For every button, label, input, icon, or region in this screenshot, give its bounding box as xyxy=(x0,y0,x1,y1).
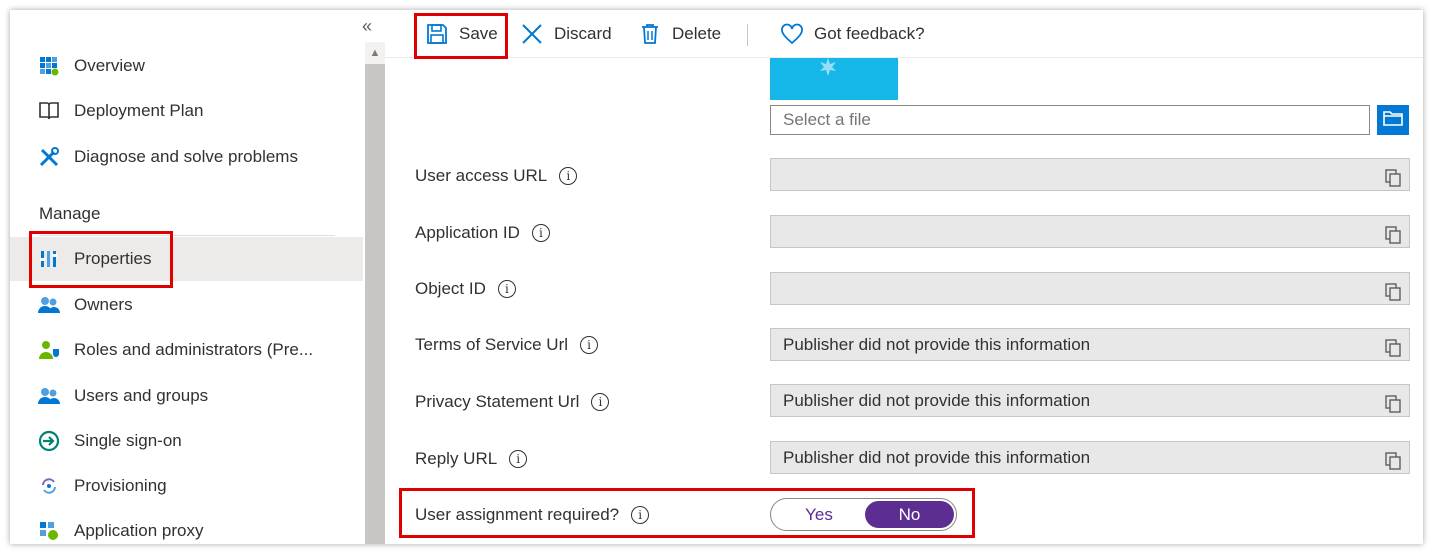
object-id-field[interactable] xyxy=(770,272,1410,305)
info-icon[interactable]: i xyxy=(509,450,528,468)
info-icon[interactable]: i xyxy=(531,224,550,242)
copy-icon[interactable] xyxy=(1385,280,1401,301)
discard-label: Discard xyxy=(554,24,612,43)
feedback-button[interactable]: Got feedback? xyxy=(780,20,925,48)
field-value: Publisher did not provide this informati… xyxy=(783,391,1091,410)
sync-icon xyxy=(38,475,60,497)
info-icon[interactable]: i xyxy=(631,506,650,524)
field-value: Publisher did not provide this informati… xyxy=(783,335,1091,354)
copy-icon[interactable] xyxy=(1385,449,1401,470)
heart-icon xyxy=(780,22,804,46)
info-icon[interactable]: i xyxy=(580,336,599,354)
sidebar-item-application-proxy[interactable]: Application proxy xyxy=(10,509,363,544)
properties-bars-icon xyxy=(38,248,60,270)
field-label-user-access-url: User access URL i xyxy=(415,166,578,186)
close-icon xyxy=(520,22,544,46)
save-label: Save xyxy=(459,24,498,43)
section-label-manage: Manage xyxy=(39,204,101,223)
info-icon[interactable]: i xyxy=(559,167,578,185)
sidebar-item-overview[interactable]: Overview xyxy=(10,44,363,88)
copy-icon[interactable] xyxy=(1385,166,1401,187)
reply-url-field[interactable]: Publisher did not provide this informati… xyxy=(770,441,1410,474)
sidebar-item-label: Owners xyxy=(74,295,133,314)
sidebar-item-owners[interactable]: Owners xyxy=(10,283,363,327)
wrench-cross-icon xyxy=(38,146,60,168)
field-label-text: Application ID xyxy=(415,223,520,242)
logo-file-input[interactable] xyxy=(770,105,1370,135)
user-access-url-field[interactable] xyxy=(770,158,1410,191)
privacy-statement-field[interactable]: Publisher did not provide this informati… xyxy=(770,384,1410,417)
field-label-user-assignment: User assignment required? i xyxy=(415,505,650,525)
section-divider xyxy=(39,235,335,236)
proxy-icon xyxy=(38,520,60,542)
field-label-application-id: Application ID i xyxy=(415,223,550,243)
field-label-text: Privacy Statement Url xyxy=(415,392,580,411)
people-icon xyxy=(38,385,60,407)
delete-label: Delete xyxy=(672,24,722,43)
field-value: Publisher did not provide this informati… xyxy=(783,448,1091,467)
sidebar-item-single-sign-on[interactable]: Single sign-on xyxy=(10,419,363,463)
info-icon[interactable]: i xyxy=(497,280,516,298)
field-label-text: User access URL xyxy=(415,166,548,185)
trash-icon xyxy=(638,22,662,46)
field-label-object-id: Object ID i xyxy=(415,279,516,299)
field-label-reply-url: Reply URL i xyxy=(415,449,528,469)
sidebar-item-label: Properties xyxy=(74,249,152,268)
sidebar-item-properties[interactable]: Properties xyxy=(10,237,363,281)
properties-pane: Save Discard Delete Got feedback? Select… xyxy=(385,10,1423,544)
app-frame: Overview Deployment Plan Diagnose and so… xyxy=(10,10,1423,544)
sidebar-item-deployment-plan[interactable]: Deployment Plan xyxy=(10,89,363,133)
sidebar: Overview Deployment Plan Diagnose and so… xyxy=(10,10,365,544)
copy-icon[interactable] xyxy=(1385,223,1401,244)
browse-folder-button[interactable] xyxy=(1377,105,1409,135)
save-button[interactable]: Save xyxy=(425,20,498,48)
sidebar-item-label: Application proxy xyxy=(74,521,204,540)
application-id-field[interactable] xyxy=(770,215,1410,248)
sidebar-item-label: Diagnose and solve problems xyxy=(74,147,298,166)
sidebar-item-users-groups[interactable]: Users and groups xyxy=(10,374,363,418)
sidebar-item-label: Provisioning xyxy=(74,476,167,495)
user-shield-icon xyxy=(38,339,60,361)
terms-of-service-field[interactable]: Publisher did not provide this informati… xyxy=(770,328,1410,361)
toggle-no-option[interactable]: No xyxy=(865,501,954,528)
field-label-terms-of-service: Terms of Service Url i xyxy=(415,335,599,355)
field-label-text: Terms of Service Url xyxy=(415,335,569,354)
overview-grid-icon xyxy=(38,55,60,77)
delete-button[interactable]: Delete xyxy=(638,20,721,48)
sidebar-item-provisioning[interactable]: Provisioning xyxy=(10,464,363,508)
scroll-up-arrow-icon[interactable]: ▲ xyxy=(365,42,385,64)
sidebar-scrollbar[interactable] xyxy=(365,42,385,544)
sidebar-item-label: Users and groups xyxy=(74,386,209,405)
user-assignment-toggle[interactable]: Yes No xyxy=(770,498,957,531)
field-label-text: User assignment required? xyxy=(415,505,620,524)
people-icon xyxy=(38,294,60,316)
book-icon xyxy=(38,100,60,122)
copy-icon[interactable] xyxy=(1385,336,1401,357)
sign-in-arrow-icon xyxy=(38,430,60,452)
feedback-label: Got feedback? xyxy=(814,24,925,43)
sidebar-item-label: Roles and administrators (Pre... xyxy=(74,340,314,359)
save-icon xyxy=(425,22,449,46)
toolbar-divider xyxy=(747,24,748,46)
sidebar-item-label: Single sign-on xyxy=(74,431,182,450)
field-label-text: Reply URL xyxy=(415,449,498,468)
info-icon[interactable]: i xyxy=(591,393,610,411)
sidebar-item-label: Deployment Plan xyxy=(74,101,204,120)
collapse-sidebar-button[interactable]: « xyxy=(362,16,372,37)
sidebar-item-diagnose[interactable]: Diagnose and solve problems xyxy=(10,135,363,179)
folder-icon xyxy=(1383,110,1403,131)
field-label-privacy-statement: Privacy Statement Url i xyxy=(415,392,610,412)
app-logo-image xyxy=(770,58,898,100)
toggle-yes-option[interactable]: Yes xyxy=(773,501,865,528)
sidebar-item-roles[interactable]: Roles and administrators (Pre... xyxy=(10,328,363,372)
field-label-text: Object ID xyxy=(415,279,486,298)
discard-button[interactable]: Discard xyxy=(520,20,612,48)
command-bar: Save Discard Delete Got feedback? xyxy=(385,10,1423,59)
copy-icon[interactable] xyxy=(1385,392,1401,413)
sidebar-item-label: Overview xyxy=(74,56,145,75)
